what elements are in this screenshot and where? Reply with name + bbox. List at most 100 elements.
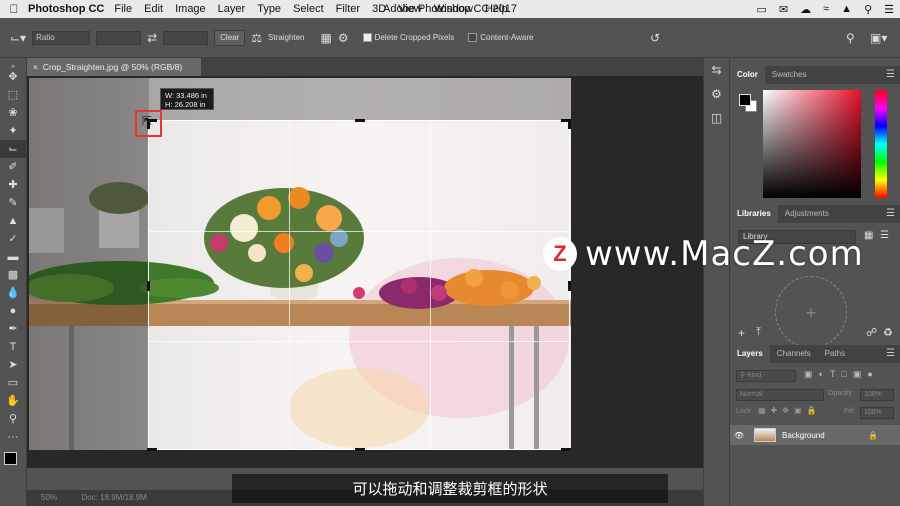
menu-select[interactable]: Select — [293, 3, 324, 15]
height-field[interactable] — [163, 30, 209, 45]
marquee-tool-icon[interactable]: ⬚ — [0, 86, 26, 104]
hand-tool-icon[interactable]: ✋ — [0, 392, 26, 410]
library-drop-zone[interactable]: + — [775, 276, 847, 348]
crop-tool-icon[interactable]: ⌙▾ — [10, 31, 26, 45]
grid-view-icon[interactable]: ▦ — [864, 230, 873, 241]
opacity-field[interactable]: 100% — [860, 389, 894, 401]
clear-button[interactable]: Clear — [214, 29, 246, 46]
tab-swatches[interactable]: Swatches — [765, 66, 814, 84]
menu-view[interactable]: View — [398, 3, 422, 15]
panel-menu-icon[interactable]: ☰ — [886, 208, 895, 219]
crop-handle-bottom-left[interactable] — [147, 448, 157, 451]
blend-mode-select[interactable]: Normal — [736, 389, 824, 401]
brush-tool-icon[interactable]: ✎ — [0, 194, 26, 212]
hue-slider[interactable] — [875, 90, 887, 198]
zoom-tool-icon[interactable]: ⚲ — [0, 410, 26, 428]
tab-adjustments[interactable]: Adjustments — [778, 205, 836, 223]
overlay-grid-icon[interactable]: ▦ — [321, 31, 332, 45]
layer-name: Background — [782, 430, 825, 440]
airplay-icon[interactable]: ▲ — [841, 3, 852, 15]
panel-menu-icon[interactable]: ☰ — [886, 69, 895, 80]
quick-select-tool-icon[interactable]: ✦ — [0, 122, 26, 140]
menu-3d[interactable]: 3D — [372, 3, 386, 15]
eyedropper-tool-icon[interactable]: ✐ — [0, 158, 26, 176]
crop-handle-right[interactable] — [568, 281, 571, 291]
tab-channels[interactable]: Channels — [770, 345, 818, 363]
document-tab[interactable]: × Crop_Straighten.jpg @ 50% (RGB/8) — [27, 58, 202, 76]
collapse-arrows-icon[interactable]: » — [0, 58, 26, 70]
menu-image[interactable]: Image — [175, 3, 206, 15]
visibility-eye-icon[interactable]: 👁 — [730, 431, 748, 440]
list-view-icon[interactable]: ☰ — [880, 230, 889, 241]
lasso-tool-icon[interactable]: ❀ — [0, 104, 26, 122]
properties-panel-icon[interactable]: ⚙ — [704, 82, 729, 106]
type-tool-icon[interactable]: T — [0, 338, 26, 356]
path-select-tool-icon[interactable]: ➤ — [0, 356, 26, 374]
gradient-tool-icon[interactable]: ▩ — [0, 266, 26, 284]
search-icon[interactable]: ⚲ — [846, 31, 855, 45]
foreground-color-swatch[interactable] — [739, 94, 751, 106]
move-tool-icon[interactable]: ✥ — [0, 68, 26, 86]
lock-icons[interactable]: ▦✚✥▣🔒 — [758, 406, 821, 415]
workspace-icon[interactable]: ▣▾ — [870, 31, 887, 45]
wifi-icon[interactable]: ≈ — [823, 3, 829, 15]
shape-tool-icon[interactable]: ▭ — [0, 374, 26, 392]
menu-edit[interactable]: Edit — [144, 3, 163, 15]
watermark-text: www.MacZ.com — [585, 234, 864, 274]
display-icon[interactable]: ▭ — [757, 3, 767, 16]
stamp-tool-icon[interactable]: ▲ — [0, 212, 26, 230]
crop-handle-bottom-right[interactable] — [561, 448, 571, 451]
tab-libraries[interactable]: Libraries — [730, 205, 778, 223]
delete-cropped-checkbox[interactable]: Delete Cropped Pixels — [362, 33, 454, 43]
cloud-icon[interactable]: ☁ — [800, 3, 811, 16]
menu-file[interactable]: File — [114, 3, 132, 15]
add-content-icon[interactable]: + — [738, 326, 745, 340]
reset-icon[interactable]: ↺ — [650, 31, 660, 45]
history-panel-icon[interactable]: ⇆ — [704, 58, 729, 82]
menu-help[interactable]: Help — [485, 3, 508, 15]
message-icon[interactable]: ✉ — [779, 3, 788, 16]
tab-color[interactable]: Color — [730, 66, 765, 84]
menu-layer[interactable]: Layer — [218, 3, 246, 15]
content-aware-checkbox[interactable]: Content-Aware — [468, 33, 533, 43]
straighten-button[interactable]: Straighten — [268, 33, 304, 42]
spotlight-icon[interactable]: ⚲ — [864, 3, 872, 16]
apple-icon[interactable]:  — [0, 2, 28, 16]
menu-filter[interactable]: Filter — [336, 3, 360, 15]
notification-icon[interactable]: ☰ — [884, 3, 894, 16]
info-panel-icon[interactable]: ◫ — [704, 106, 729, 130]
tab-layers[interactable]: Layers — [730, 345, 770, 363]
pen-tool-icon[interactable]: ✒ — [0, 320, 26, 338]
app-menu[interactable]: Photoshop CC — [28, 3, 104, 15]
color-panel-tabs: Color Swatches ☰ — [730, 66, 900, 84]
crop-handle-bottom[interactable] — [355, 448, 365, 451]
kind-filter[interactable]: ⚲ Kind — [736, 370, 796, 382]
crop-handle-top-right-v[interactable] — [568, 119, 571, 129]
menu-type[interactable]: Type — [257, 3, 281, 15]
blur-tool-icon[interactable]: 💧 — [0, 284, 26, 302]
history-brush-tool-icon[interactable]: ✓ — [0, 230, 26, 248]
crop-box[interactable] — [147, 119, 571, 451]
more-tools-icon[interactable]: ··· — [0, 428, 26, 446]
menu-window[interactable]: Window — [434, 3, 473, 15]
layer-filter-icons[interactable]: ▣◐T□▣● — [804, 369, 879, 380]
color-field[interactable] — [763, 90, 861, 198]
dodge-tool-icon[interactable]: ● — [0, 302, 26, 320]
settings-gear-icon[interactable]: ⚙ — [338, 31, 349, 45]
crop-tool-icon[interactable]: ⌙ — [0, 140, 26, 158]
layer-row-background[interactable]: 👁 Background 🔒 — [730, 425, 900, 445]
healing-brush-tool-icon[interactable]: ✚ — [0, 176, 26, 194]
upload-icon[interactable]: ⤒ — [756, 326, 761, 339]
tab-paths[interactable]: Paths — [818, 345, 852, 363]
close-icon[interactable]: × — [33, 62, 38, 72]
panel-menu-icon[interactable]: ☰ — [886, 348, 895, 359]
width-field[interactable] — [96, 30, 142, 45]
cc-icon[interactable]: ☍ — [866, 326, 877, 339]
fill-field[interactable]: 100% — [860, 407, 894, 419]
ratio-select[interactable]: Ratio — [32, 30, 91, 45]
eraser-tool-icon[interactable]: ▬ — [0, 248, 26, 266]
swap-icon[interactable]: ⇄ — [147, 31, 157, 45]
foreground-color-swatch[interactable] — [4, 452, 17, 465]
level-icon[interactable]: ⚖ — [251, 31, 262, 45]
delete-icon[interactable]: ♻ — [883, 326, 893, 339]
